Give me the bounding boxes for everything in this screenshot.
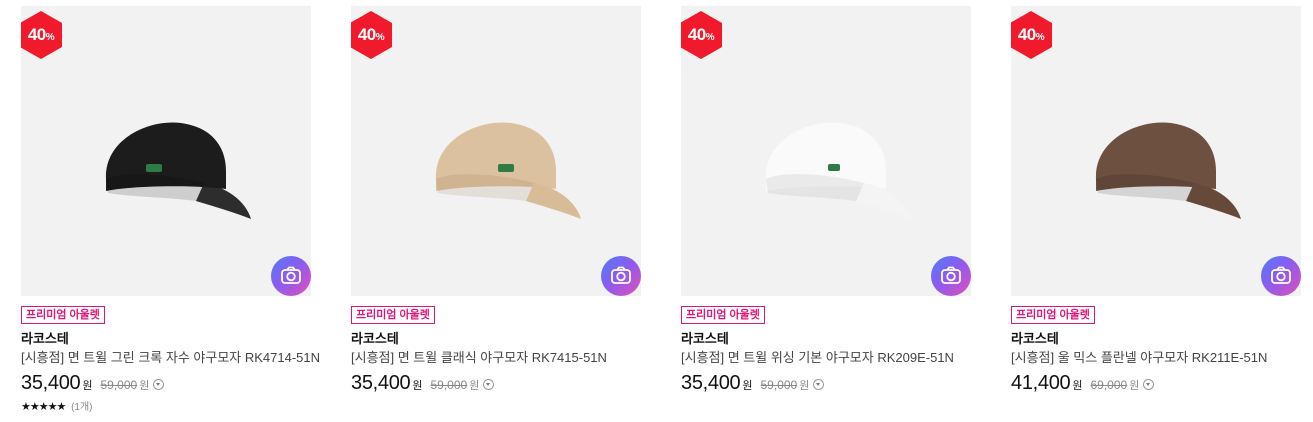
chevron-down-circle-icon[interactable] [1143,379,1155,390]
product-image[interactable]: 40% [1011,6,1301,296]
camera-lens-search-icon[interactable] [271,256,311,296]
cap-image [1095,122,1241,219]
price-unit: 원 [412,380,423,392]
chevron-down-circle-icon[interactable] [483,379,495,390]
cap-image [765,122,911,219]
product-grid: 40% 프리미엄 아울렛 라코스테 [시흥점] 면 트윌 그린 크록 자수 야구… [0,0,1313,422]
original-price-unit: 원 [799,380,810,392]
sale-price: 35,400 [21,372,81,394]
original-price-unit: 원 [139,380,150,392]
sale-price: 35,400 [681,372,741,394]
original-price: 69,000 [1090,378,1128,392]
product-name[interactable]: [시흥점] 면 트윌 위싱 기본 야구모자 RK209E-51N [681,350,971,366]
product-card[interactable]: 40% 프리미엄 아울렛 라코스테 [시흥점] 면 트윌 그린 크록 자수 야구… [21,6,320,414]
price-unit: 원 [742,380,753,392]
premium-outlet-tag: 프리미엄 아울렛 [681,306,765,324]
sale-price: 35,400 [351,372,411,394]
original-price: 59,000 [760,378,798,392]
price-row: 35,400 원 59,000 원 [351,372,641,396]
brand-name: 라코스테 [681,331,729,346]
price-row: 41,400 원 69,000 원 [1011,372,1301,396]
discount-badge: 40% [351,11,392,59]
product-card[interactable]: 40% 프리미엄 아울렛 라코스테 [시흥점] 면 트윌 위싱 기본 야구모자 … [681,6,971,396]
camera-lens-search-icon[interactable] [601,256,641,296]
discount-badge: 40% [21,11,62,59]
product-name[interactable]: [시흥점] 면 트윌 클래식 야구모자 RK7415-51N [351,350,641,366]
product-card[interactable]: 40% 프리미엄 아울렛 라코스테 [시흥점] 울 믹스 플란넬 야구모자 RK… [1011,6,1301,396]
product-image[interactable]: 40% [21,6,311,296]
cap-image [435,122,581,219]
brand-name: 라코스테 [1011,331,1059,346]
price-unit: 원 [1072,380,1083,392]
rating: ★★★★★ (1개) [21,400,311,414]
price-unit: 원 [82,380,93,392]
product-image[interactable]: 40% [681,6,971,296]
product-card[interactable]: 40% 프리미엄 아울렛 라코스테 [시흥점] 면 트윌 클래식 야구모자 RK… [351,6,641,396]
brand-name: 라코스테 [21,331,69,346]
chevron-down-circle-icon[interactable] [813,379,825,390]
discount-badge: 40% [681,11,722,59]
premium-outlet-tag: 프리미엄 아울렛 [351,306,435,324]
price-row: 35,400 원 59,000 원 [21,372,311,396]
camera-lens-search-icon[interactable] [931,256,971,296]
cap-image [105,122,251,219]
sale-price: 41,400 [1011,372,1071,394]
product-name[interactable]: [시흥점] 면 트윌 그린 크록 자수 야구모자 RK4714-51N [21,350,320,366]
brand-name: 라코스테 [351,331,399,346]
rating-count: (1개) [71,402,93,413]
chevron-down-circle-icon[interactable] [153,379,165,390]
premium-outlet-tag: 프리미엄 아울렛 [1011,306,1095,324]
discount-badge: 40% [1011,11,1052,59]
original-price: 59,000 [430,378,468,392]
rating-stars: ★★★★★ [21,401,66,413]
premium-outlet-tag: 프리미엄 아울렛 [21,306,105,324]
product-name[interactable]: [시흥점] 울 믹스 플란넬 야구모자 RK211E-51N [1011,350,1301,366]
product-image[interactable]: 40% [351,6,641,296]
price-row: 35,400 원 59,000 원 [681,372,971,396]
original-price-unit: 원 [469,380,480,392]
camera-lens-search-icon[interactable] [1261,256,1301,296]
original-price: 59,000 [100,378,138,392]
original-price-unit: 원 [1129,380,1140,392]
